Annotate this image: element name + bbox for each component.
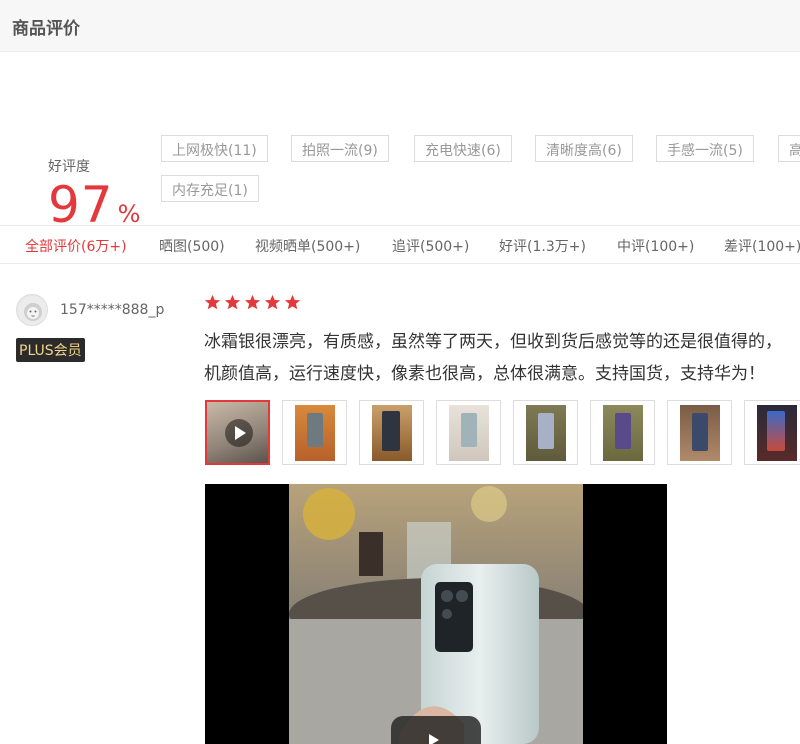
thumbnail-photo[interactable] <box>590 400 655 465</box>
filter-neutral[interactable]: 中评(100+) <box>617 236 694 256</box>
section-title: 商品评价 <box>12 19 80 39</box>
video-play-icon[interactable] <box>391 716 481 744</box>
review-tag[interactable]: 清晰度高(6) <box>535 135 633 162</box>
review-text-line: 冰霜银很漂亮，有质感，虽然等了两天，但收到货后感觉等的还是很值得的， <box>204 332 782 352</box>
star-icon <box>244 294 261 310</box>
filter-positive[interactable]: 好评(1.3万+) <box>499 236 586 256</box>
thumbnail-photo[interactable] <box>667 400 732 465</box>
rating-summary: 好评度 97% 上网极快(11) 拍照一流(9) 充电快速(6) 清晰度高(6)… <box>0 52 800 234</box>
star-icon <box>204 294 221 310</box>
review-tag[interactable]: 内存充足(1) <box>161 175 259 202</box>
star-icon <box>224 294 241 310</box>
video-preview-image <box>289 484 589 744</box>
plus-member-badge: PLUS会员 <box>16 338 85 362</box>
star-icon <box>264 294 281 310</box>
avatar-lion-icon <box>18 296 47 325</box>
filter-videos[interactable]: 视频晒单(500+) <box>255 236 360 256</box>
review-tag[interactable]: 手感一流(5) <box>656 135 754 162</box>
filter-followup[interactable]: 追评(500+) <box>392 236 469 256</box>
star-rating <box>204 294 301 311</box>
reviewer-name: 157*****888_p <box>60 302 165 318</box>
review-text-line: 机颜值高，运行速度快，像素也很高，总体很满意。支持国货，支持华为！ <box>204 364 765 384</box>
video-frame <box>289 484 589 744</box>
thumbnail-video[interactable] <box>205 400 270 465</box>
thumbnail-photo[interactable] <box>513 400 578 465</box>
thumbnail-photo[interactable] <box>744 400 800 465</box>
review-tag[interactable]: 高 <box>778 135 800 162</box>
review-media-thumbnails <box>205 400 800 466</box>
review-tag[interactable]: 上网极快(11) <box>161 135 268 162</box>
play-icon <box>225 419 253 447</box>
thumbnail-photo[interactable] <box>359 400 424 465</box>
review-tag[interactable]: 充电快速(6) <box>414 135 512 162</box>
video-player[interactable] <box>205 484 667 744</box>
positive-rate-label: 好评度 <box>48 159 90 175</box>
filter-all[interactable]: 全部评价(6万+) <box>25 236 127 256</box>
thumbnail-photo[interactable] <box>282 400 347 465</box>
review-text: 冰霜银很漂亮，有质感，虽然等了两天，但收到货后感觉等的还是很值得的， 机颜值高，… <box>204 326 800 390</box>
review-item: 157*****888_p PLUS会员 冰霜银很漂亮，有质感，虽然等了两天，但… <box>0 264 800 744</box>
filter-negative[interactable]: 差评(100+) <box>724 236 800 256</box>
filter-photos[interactable]: 晒图(500) <box>159 236 225 256</box>
positive-rate-unit: % <box>117 200 141 228</box>
section-header: 商品评价 <box>0 0 800 52</box>
star-icon <box>284 294 301 310</box>
avatar[interactable] <box>16 294 48 326</box>
thumbnail-photo[interactable] <box>436 400 501 465</box>
review-tag[interactable]: 拍照一流(9) <box>291 135 389 162</box>
review-filter-bar: 全部评价(6万+) 晒图(500) 视频晒单(500+) 追评(500+) 好评… <box>0 226 800 264</box>
